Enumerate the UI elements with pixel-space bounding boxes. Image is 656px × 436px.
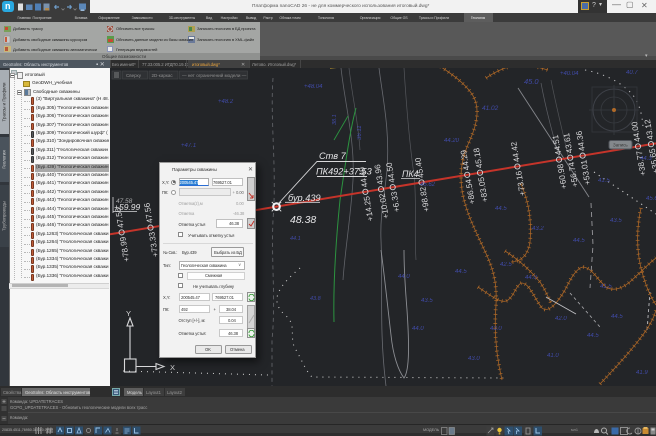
svg-text:43.8: 43.8 bbox=[310, 296, 322, 302]
svg-text:44.0: 44.0 bbox=[398, 274, 410, 280]
svg-text:ПК492+37.53: ПК492+37.53 bbox=[316, 167, 373, 177]
svg-text:44.5: 44.5 bbox=[573, 238, 585, 244]
svg-text:47.58: 47.58 bbox=[116, 198, 133, 205]
svg-text:43.0: 43.0 bbox=[468, 356, 480, 362]
svg-text:41.9: 41.9 bbox=[636, 370, 648, 376]
svg-text:Геология: Геология bbox=[2, 150, 7, 169]
svg-text:+40.04: +40.04 bbox=[560, 71, 579, 77]
svg-text:44.3: 44.3 bbox=[640, 156, 652, 162]
svg-text:44.5: 44.5 bbox=[611, 314, 623, 320]
svg-text:42.0: 42.0 bbox=[555, 316, 567, 322]
svg-text:Сверху: Сверху bbox=[126, 73, 142, 78]
svg-text:Трубопроводы: Трубопроводы bbox=[2, 201, 7, 231]
svg-text:ПК4: ПК4 bbox=[402, 169, 419, 179]
svg-text:43.5: 43.5 bbox=[421, 298, 433, 304]
svg-text:Y: Y bbox=[126, 309, 131, 318]
svg-text:45.0: 45.0 bbox=[524, 77, 539, 86]
svg-text:44.1: 44.1 bbox=[290, 236, 301, 242]
svg-text:43.5: 43.5 bbox=[610, 218, 622, 224]
svg-text:43.2: 43.2 bbox=[532, 226, 544, 232]
svg-text:44.0: 44.0 bbox=[412, 326, 424, 332]
svg-text:41.02: 41.02 bbox=[482, 105, 499, 112]
svg-text:41.5: 41.5 bbox=[598, 178, 610, 184]
svg-text:44.20: 44.20 bbox=[444, 138, 460, 144]
svg-text:+47.1: +47.1 bbox=[181, 143, 196, 149]
svg-text:42.5: 42.5 bbox=[500, 262, 512, 268]
svg-text:бур.439: бур.439 bbox=[288, 193, 321, 203]
svg-text:40.7: 40.7 bbox=[626, 70, 638, 76]
svg-text:48.38: 48.38 bbox=[290, 214, 316, 226]
svg-text:44.5: 44.5 bbox=[455, 269, 467, 275]
svg-text:44.0: 44.0 bbox=[525, 275, 537, 281]
svg-text:X: X bbox=[170, 363, 175, 372]
svg-text:2D-каркас: 2D-каркас bbox=[152, 73, 174, 78]
svg-text:Ств 7: Ств 7 bbox=[319, 151, 347, 161]
svg-text:Запись: Запись bbox=[613, 143, 628, 148]
svg-text:38.1: 38.1 bbox=[332, 114, 338, 125]
svg-text:45.62: 45.62 bbox=[420, 182, 436, 188]
svg-text:— нет ограничений модели —: — нет ограничений модели — bbox=[182, 72, 247, 78]
svg-text:Трассы и Профили: Трассы и Профили bbox=[2, 82, 7, 121]
svg-text:45.6: 45.6 bbox=[646, 196, 656, 202]
svg-text:41.0: 41.0 bbox=[547, 353, 559, 359]
svg-text:+48.04: +48.04 bbox=[304, 84, 323, 90]
svg-text:44.5: 44.5 bbox=[495, 206, 507, 212]
svg-text:36.11: 36.11 bbox=[357, 125, 363, 140]
svg-text:41.5: 41.5 bbox=[600, 284, 612, 290]
svg-text:+48.2: +48.2 bbox=[218, 99, 234, 105]
svg-text:44.5: 44.5 bbox=[587, 333, 599, 339]
svg-text:43.0: 43.0 bbox=[490, 326, 502, 332]
